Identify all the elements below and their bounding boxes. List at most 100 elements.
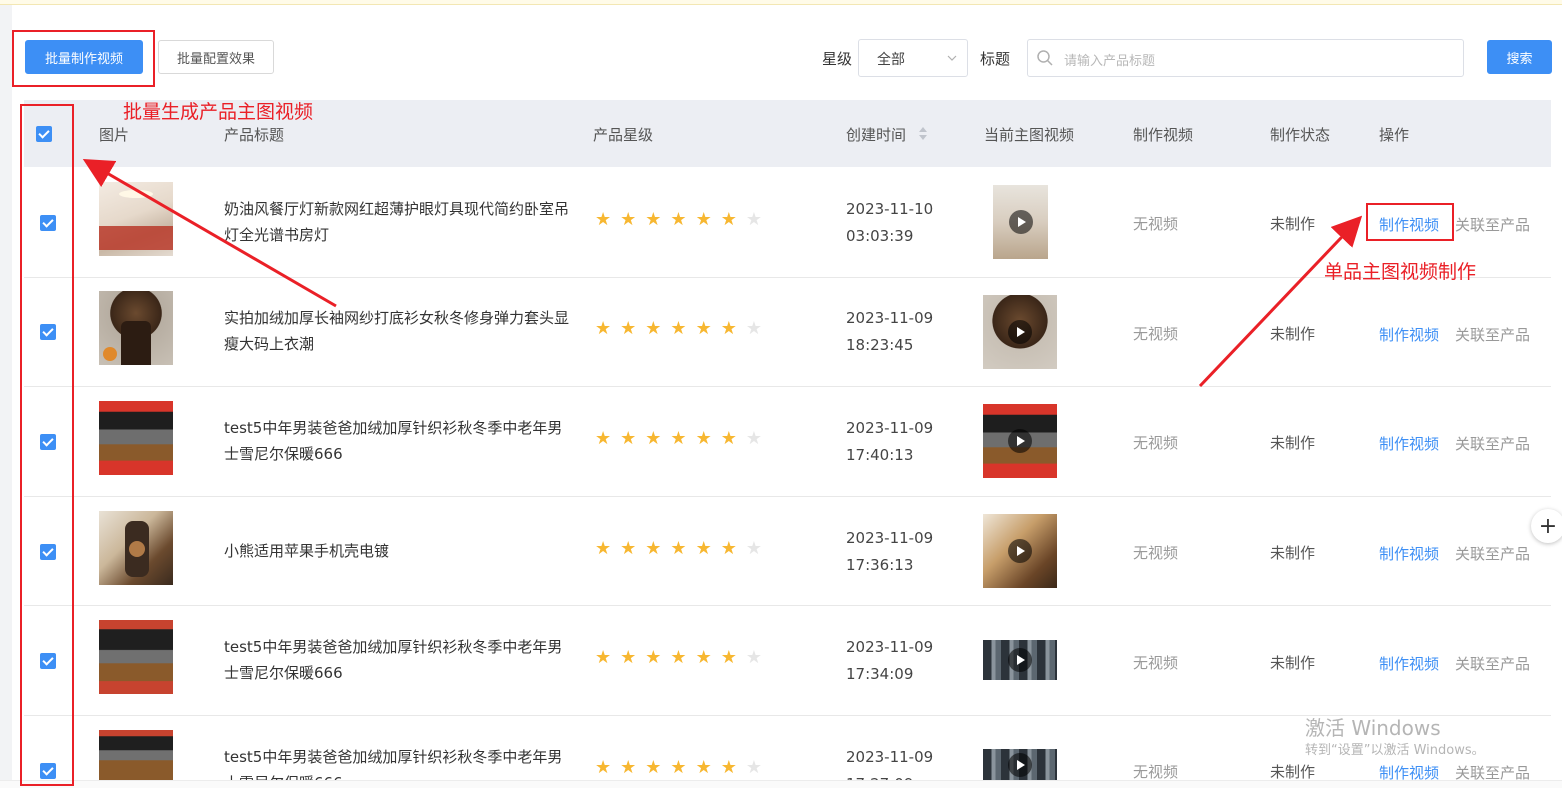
star-filled-icon: ★: [670, 647, 696, 668]
play-icon[interactable]: [1008, 429, 1032, 453]
header-video: 当前主图视频: [984, 126, 1075, 144]
created-time: 2023-11-09 18:23:45: [846, 305, 933, 359]
row-divider: [24, 605, 1551, 606]
star-filled-icon: ★: [620, 538, 646, 559]
created-time: 2023-11-09 17:36:13: [846, 525, 933, 579]
created-clock: 17:40:13: [846, 446, 914, 464]
annotation-batch-note: 批量生成产品主图视频: [123, 101, 314, 123]
star-filled-icon: ★: [645, 647, 671, 668]
activation-watermark-title: 激活 Windows: [1305, 716, 1441, 740]
star-filled-icon: ★: [645, 757, 671, 778]
star-filled-icon: ★: [645, 209, 671, 230]
title-filter-label: 标题: [980, 50, 1011, 68]
star-empty-icon: ★: [745, 428, 771, 449]
star-filter-select[interactable]: 全部: [858, 39, 968, 77]
title-search-input[interactable]: 请输入产品标题: [1027, 39, 1464, 77]
product-rating: ★★★★★★★: [595, 209, 771, 230]
link-product-link[interactable]: 关联至产品: [1455, 653, 1530, 674]
created-date: 2023-11-10: [846, 200, 934, 218]
sort-icon[interactable]: [918, 124, 928, 142]
product-image: [99, 730, 173, 780]
product-title: test5中年男装爸爸加绒加厚针织衫秋冬季中老年男士雪尼尔保暖666: [224, 748, 563, 780]
make-status: 未制作: [1270, 763, 1316, 781]
video-thumbnail[interactable]: [983, 640, 1057, 680]
header-make: 制作视频: [1133, 126, 1194, 144]
star-filled-icon: ★: [595, 428, 621, 449]
make-video-link[interactable]: 制作视频: [1379, 543, 1439, 564]
video-thumbnail[interactable]: [983, 749, 1057, 780]
play-icon[interactable]: [1008, 752, 1032, 777]
star-filled-icon: ★: [595, 318, 621, 339]
search-button[interactable]: 搜索: [1487, 40, 1552, 74]
row-divider: [24, 496, 1551, 497]
star-filter-label: 星级: [822, 50, 853, 68]
header-created[interactable]: 创建时间: [846, 124, 906, 145]
created-clock: 18:23:45: [846, 336, 914, 354]
created-clock: 17:36:13: [846, 556, 914, 574]
product-image: [99, 291, 173, 365]
created-time: 2023-11-09 17:27:09: [846, 744, 933, 780]
row-divider: [24, 386, 1551, 387]
batch-config-button[interactable]: 批量配置效果: [158, 40, 274, 74]
video-thumbnail[interactable]: [993, 185, 1048, 259]
star-filled-icon: ★: [720, 538, 746, 559]
bottom-bar: [0, 780, 1562, 788]
star-filled-icon: ★: [620, 318, 646, 339]
header-stars: 产品星级: [593, 126, 654, 144]
star-filled-icon: ★: [670, 538, 696, 559]
created-time: 2023-11-10 03:03:39: [846, 196, 933, 250]
annotation-box-batch-button: [12, 30, 155, 87]
star-filled-icon: ★: [620, 757, 646, 778]
link-product-link[interactable]: 关联至产品: [1455, 214, 1530, 235]
header-ops: 操作: [1379, 126, 1410, 144]
star-filled-icon: ★: [645, 318, 671, 339]
star-empty-icon: ★: [745, 209, 771, 230]
created-date: 2023-11-09: [846, 529, 934, 547]
annotation-box-checkbox-column: [20, 104, 74, 786]
make-status: 未制作: [1270, 544, 1316, 562]
created-date: 2023-11-09: [846, 419, 934, 437]
make-status: 未制作: [1270, 215, 1316, 233]
link-product-link[interactable]: 关联至产品: [1455, 324, 1530, 345]
product-rating: ★★★★★★★: [595, 538, 771, 559]
created-time: 2023-11-09 17:34:09: [846, 634, 933, 688]
product-image: [99, 620, 173, 694]
video-thumbnail[interactable]: [983, 514, 1057, 588]
product-image: [99, 511, 173, 585]
annotation-single-note: 单品主图视频制作: [1324, 261, 1477, 283]
star-filled-icon: ★: [595, 209, 621, 230]
video-thumbnail[interactable]: [983, 404, 1057, 478]
star-filled-icon: ★: [645, 428, 671, 449]
left-rail: [0, 5, 12, 788]
play-icon[interactable]: [1008, 539, 1032, 563]
product-title: 奶油风餐厅灯新款网红超薄护眼灯具现代简约卧室吊灯全光谱书房灯: [224, 200, 570, 244]
star-filled-icon: ★: [670, 757, 696, 778]
star-filled-icon: ★: [645, 538, 671, 559]
star-filled-icon: ★: [620, 647, 646, 668]
product-title: 实拍加绒加厚长袖网纱打底衫女秋冬修身弹力套头显瘦大码上衣潮: [224, 309, 570, 353]
make-video-link[interactable]: 制作视频: [1379, 653, 1439, 674]
video-status: 无视频: [1133, 654, 1179, 672]
product-rating: ★★★★★★★: [595, 757, 771, 778]
plus-icon[interactable]: +: [1531, 509, 1562, 543]
make-video-link[interactable]: 制作视频: [1379, 324, 1439, 345]
star-empty-icon: ★: [745, 318, 771, 339]
play-icon[interactable]: [1008, 648, 1032, 672]
header-status: 制作状态: [1270, 126, 1331, 144]
video-thumbnail[interactable]: [983, 295, 1057, 369]
link-product-link[interactable]: 关联至产品: [1455, 543, 1530, 564]
star-empty-icon: ★: [745, 538, 771, 559]
activation-watermark-hint: 转到“设置”以激活 Windows。: [1305, 743, 1485, 758]
link-product-link[interactable]: 关联至产品: [1455, 433, 1530, 454]
created-clock: 17:27:09: [846, 771, 933, 780]
play-icon[interactable]: [1008, 210, 1033, 234]
star-filled-icon: ★: [595, 538, 621, 559]
make-video-link[interactable]: 制作视频: [1379, 433, 1439, 454]
make-status: 未制作: [1270, 325, 1316, 343]
video-status: 无视频: [1133, 434, 1179, 452]
star-filled-icon: ★: [695, 318, 721, 339]
product-rating: ★★★★★★★: [595, 318, 771, 339]
star-filled-icon: ★: [720, 428, 746, 449]
star-filled-icon: ★: [720, 757, 746, 778]
play-icon[interactable]: [1008, 320, 1032, 344]
